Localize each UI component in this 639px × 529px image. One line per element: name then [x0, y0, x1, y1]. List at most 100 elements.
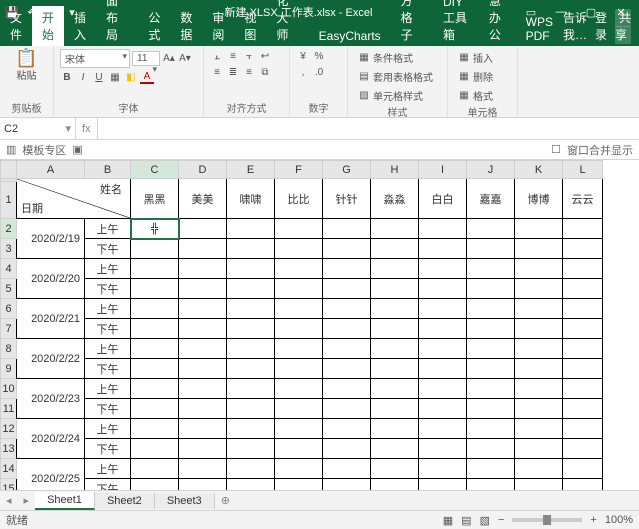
data-cell[interactable]	[227, 259, 275, 279]
row-header[interactable]: 13	[1, 439, 17, 459]
data-cell[interactable]	[515, 439, 563, 459]
period-cell[interactable]: 下午	[85, 279, 131, 299]
column-headers[interactable]: A B C D E F G H I J K L	[1, 161, 603, 179]
delete-cells-button[interactable]: ▦删除	[454, 68, 511, 85]
align-right-icon[interactable]: ≡	[242, 65, 256, 79]
data-cell[interactable]	[323, 379, 371, 399]
data-cell[interactable]	[467, 419, 515, 439]
data-cell[interactable]	[515, 339, 563, 359]
sheet-nav-prev-icon[interactable]: ◂	[0, 494, 18, 507]
period-cell[interactable]: 下午	[85, 359, 131, 379]
data-cell[interactable]	[323, 239, 371, 259]
data-cell[interactable]	[467, 439, 515, 459]
percent-icon[interactable]: %	[312, 49, 326, 63]
data-cell[interactable]	[275, 239, 323, 259]
data-cell[interactable]	[563, 279, 603, 299]
period-cell[interactable]: 上午	[85, 419, 131, 439]
data-cell[interactable]	[515, 479, 563, 491]
row-header[interactable]: 1	[1, 181, 17, 218]
data-cell[interactable]	[515, 319, 563, 339]
data-cell[interactable]	[131, 419, 179, 439]
row-header[interactable]: 10	[1, 379, 17, 399]
data-cell[interactable]	[131, 399, 179, 419]
selected-cell[interactable]: ╬	[131, 219, 179, 239]
format-cells-button[interactable]: ▦格式	[454, 87, 511, 104]
data-cell[interactable]	[563, 239, 603, 259]
data-cell[interactable]	[467, 279, 515, 299]
template-zone-button[interactable]: 模板专区	[22, 142, 66, 158]
data-cell[interactable]	[371, 419, 419, 439]
font-name-select[interactable]: 宋体	[60, 49, 130, 68]
data-cell[interactable]	[179, 219, 227, 239]
row-header[interactable]: 9	[1, 359, 17, 379]
sheet-tab-3[interactable]: Sheet3	[155, 493, 215, 509]
data-cell[interactable]	[563, 359, 603, 379]
data-cell[interactable]	[179, 399, 227, 419]
tab-easycharts[interactable]: EasyCharts	[309, 26, 391, 46]
tell-me[interactable]: 告诉我…	[563, 9, 587, 43]
data-cell[interactable]	[323, 479, 371, 491]
zoom-in-icon[interactable]: +	[590, 514, 596, 526]
data-cell[interactable]	[179, 239, 227, 259]
data-cell[interactable]	[371, 399, 419, 419]
data-cell[interactable]	[515, 219, 563, 239]
col-header[interactable]: J	[467, 161, 515, 179]
data-cell[interactable]	[131, 459, 179, 479]
row-header[interactable]: 11	[1, 399, 17, 419]
wrap-text-icon[interactable]: ↩	[258, 49, 272, 63]
period-cell[interactable]: 下午	[85, 239, 131, 259]
insert-cells-button[interactable]: ▦插入	[454, 49, 511, 66]
date-cell[interactable]: 2020/2/19	[17, 219, 85, 259]
data-cell[interactable]	[227, 479, 275, 491]
data-cell[interactable]	[323, 219, 371, 239]
data-cell[interactable]	[467, 459, 515, 479]
data-cell[interactable]	[131, 279, 179, 299]
comma-icon[interactable]: ,	[296, 65, 310, 79]
data-cell[interactable]	[371, 239, 419, 259]
paste-button[interactable]: 📋 粘贴	[6, 49, 47, 84]
dec-inc-icon[interactable]: .0	[312, 65, 326, 79]
tab-huiban[interactable]: 慧办公	[479, 0, 516, 46]
data-cell[interactable]	[179, 319, 227, 339]
fx-icon[interactable]: fx	[76, 118, 98, 139]
merge-icon[interactable]: ⧉	[258, 65, 272, 79]
data-cell[interactable]	[275, 259, 323, 279]
period-cell[interactable]: 上午	[85, 379, 131, 399]
data-cell[interactable]	[563, 479, 603, 491]
data-cell[interactable]	[515, 399, 563, 419]
period-cell[interactable]: 下午	[85, 479, 131, 491]
formula-input[interactable]	[98, 118, 639, 139]
align-center-icon[interactable]: ≣	[226, 65, 240, 79]
data-cell[interactable]	[467, 339, 515, 359]
data-cell[interactable]	[371, 459, 419, 479]
data-cell[interactable]	[371, 319, 419, 339]
col-header[interactable]: D	[179, 161, 227, 179]
data-cell[interactable]	[179, 419, 227, 439]
data-cell[interactable]	[323, 299, 371, 319]
fill-color-icon[interactable]: ◧	[124, 70, 138, 84]
window-merge-checkbox[interactable]: ☐	[551, 143, 561, 156]
data-cell[interactable]	[275, 379, 323, 399]
data-cell[interactable]	[515, 239, 563, 259]
data-cell[interactable]	[131, 479, 179, 491]
col-header[interactable]: E	[227, 161, 275, 179]
data-cell[interactable]	[467, 479, 515, 491]
data-cell[interactable]	[131, 299, 179, 319]
conditional-format-button[interactable]: ▦条件格式	[354, 49, 441, 66]
data-cell[interactable]	[323, 359, 371, 379]
data-cell[interactable]	[131, 259, 179, 279]
data-cell[interactable]	[371, 259, 419, 279]
zoom-slider[interactable]	[512, 518, 582, 522]
data-cell[interactable]	[323, 319, 371, 339]
data-cell[interactable]	[275, 359, 323, 379]
period-cell[interactable]: 上午	[85, 339, 131, 359]
data-cell[interactable]	[131, 339, 179, 359]
tab-pagelayout[interactable]: 页面布局	[96, 0, 138, 46]
data-cell[interactable]	[323, 279, 371, 299]
align-bottom-icon[interactable]: ⫟	[242, 49, 256, 63]
data-cell[interactable]	[419, 299, 467, 319]
data-cell[interactable]	[227, 299, 275, 319]
data-cell[interactable]	[227, 459, 275, 479]
data-cell[interactable]	[515, 459, 563, 479]
period-cell[interactable]: 上午	[85, 459, 131, 479]
